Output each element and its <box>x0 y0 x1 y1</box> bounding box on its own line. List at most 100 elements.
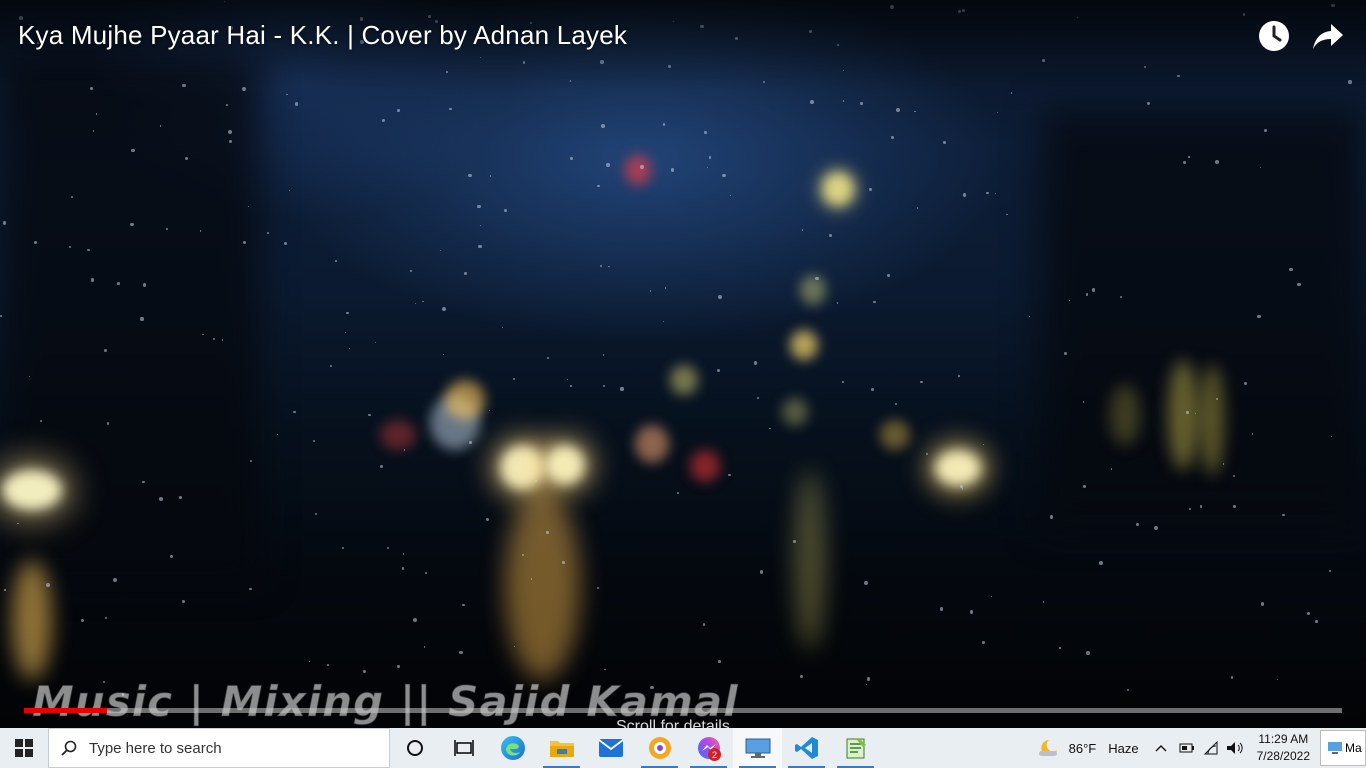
taskbar-file-explorer[interactable] <box>537 728 586 768</box>
raindrop <box>1257 314 1261 319</box>
start-button[interactable] <box>0 728 48 768</box>
raindrop <box>485 517 489 521</box>
raindrop <box>309 661 311 663</box>
raindrop <box>916 207 919 209</box>
window-light-2 <box>1200 365 1224 475</box>
raindrop <box>1251 433 1254 435</box>
raindrop <box>462 603 466 607</box>
raindrop <box>982 443 985 446</box>
windows-logo-icon <box>15 739 33 757</box>
raindrop <box>1182 160 1186 164</box>
raindrop <box>45 583 50 587</box>
raindrop <box>601 123 606 128</box>
raindrop <box>570 157 573 160</box>
video-player[interactable]: Kya Mujhe Pyaar Hai - K.K. | Cover by Ad… <box>0 0 1366 728</box>
raindrop <box>226 103 228 106</box>
raindrop <box>181 599 185 603</box>
raindrop <box>512 377 516 381</box>
messenger-badge: 2 <box>708 748 721 761</box>
share-button[interactable] <box>1308 16 1348 56</box>
system-tray: 86°F Haze 11:29 AM 7/28/2022 Ma <box>1029 728 1366 768</box>
raindrop <box>381 119 385 123</box>
speaker-icon <box>1226 742 1243 754</box>
raindrop <box>423 645 426 648</box>
raindrop <box>926 452 929 456</box>
bokeh-8 <box>880 420 910 450</box>
chevron-up-icon <box>1155 745 1167 752</box>
raindrop <box>863 580 868 585</box>
raindrop <box>570 385 572 387</box>
raindrop <box>410 270 412 273</box>
raindrop <box>104 616 108 619</box>
taskbar-notepad-plus[interactable] <box>831 728 880 768</box>
raindrop <box>860 102 863 105</box>
raindrop <box>599 264 602 268</box>
raindrop <box>1006 213 1008 216</box>
raindrop <box>368 413 371 416</box>
raindrop <box>836 302 839 304</box>
raindrop <box>1028 315 1030 317</box>
raindrop <box>828 233 833 238</box>
raindrop <box>401 566 405 570</box>
raindrop <box>606 162 611 167</box>
raindrop <box>546 356 549 359</box>
mail-icon <box>597 739 624 757</box>
taskbar-clock[interactable]: 11:29 AM 7/28/2022 <box>1247 731 1320 765</box>
remote-desktop-small-icon <box>1328 742 1342 754</box>
raindrop <box>566 379 568 381</box>
raindrop <box>676 491 680 495</box>
raindrop <box>890 135 894 139</box>
raindrop <box>403 449 406 451</box>
bokeh-amber <box>445 380 485 420</box>
raindrop <box>1119 295 1123 298</box>
raindrop <box>346 311 349 315</box>
raindrop <box>478 245 482 249</box>
raindrop <box>730 195 732 197</box>
raindrop <box>895 402 898 405</box>
notification-preview[interactable]: Ma <box>1320 730 1366 766</box>
raindrop <box>106 422 110 425</box>
raindrop <box>315 512 318 515</box>
raindrop <box>463 271 468 276</box>
car-light-1 <box>500 445 545 490</box>
raindrop <box>33 240 37 245</box>
taskbar-edge[interactable] <box>488 728 537 768</box>
raindrop <box>142 481 145 484</box>
clock-date: 7/28/2022 <box>1256 749 1310 763</box>
volume-control[interactable] <box>1223 741 1247 755</box>
battery-status[interactable] <box>1175 743 1199 753</box>
raindrop <box>374 341 377 344</box>
video-title[interactable]: Kya Mujhe Pyaar Hai - K.K. | Cover by Ad… <box>18 20 627 51</box>
raindrop <box>896 107 900 112</box>
raindrop <box>266 232 269 235</box>
raindrop <box>1230 675 1234 679</box>
taskbar-vscode[interactable] <box>782 728 831 768</box>
taskbar-search-box[interactable]: Type here to search <box>48 728 390 768</box>
show-hidden-icons-button[interactable] <box>1147 744 1175 752</box>
taskbar-remote-desktop[interactable] <box>733 728 782 768</box>
raindrop <box>335 260 337 263</box>
taskbar-mail[interactable] <box>586 728 635 768</box>
raindrop <box>596 586 600 590</box>
progress-bar[interactable] <box>24 708 1342 713</box>
raindrop <box>810 100 814 105</box>
raindrop <box>801 229 804 231</box>
network-status[interactable] <box>1199 741 1223 755</box>
raindrop <box>489 410 491 412</box>
raindrop <box>872 300 876 304</box>
taskbar-messenger[interactable]: 2 <box>684 728 733 768</box>
raindrop <box>1289 267 1293 272</box>
taskbar-brave[interactable] <box>635 728 684 768</box>
raindrop <box>709 156 712 159</box>
taskbar-cortana[interactable] <box>390 728 439 768</box>
brave-icon <box>648 737 671 759</box>
raindrop <box>362 669 366 673</box>
weather-widget[interactable]: 86°F Haze <box>1029 728 1147 768</box>
raindrop <box>415 302 417 304</box>
folder-icon <box>549 741 574 757</box>
watch-later-button[interactable] <box>1254 16 1294 56</box>
weather-temp: 86°F <box>1068 740 1097 756</box>
taskbar-task-view[interactable] <box>439 728 488 768</box>
raindrop <box>112 578 117 583</box>
raindrop <box>662 320 664 322</box>
